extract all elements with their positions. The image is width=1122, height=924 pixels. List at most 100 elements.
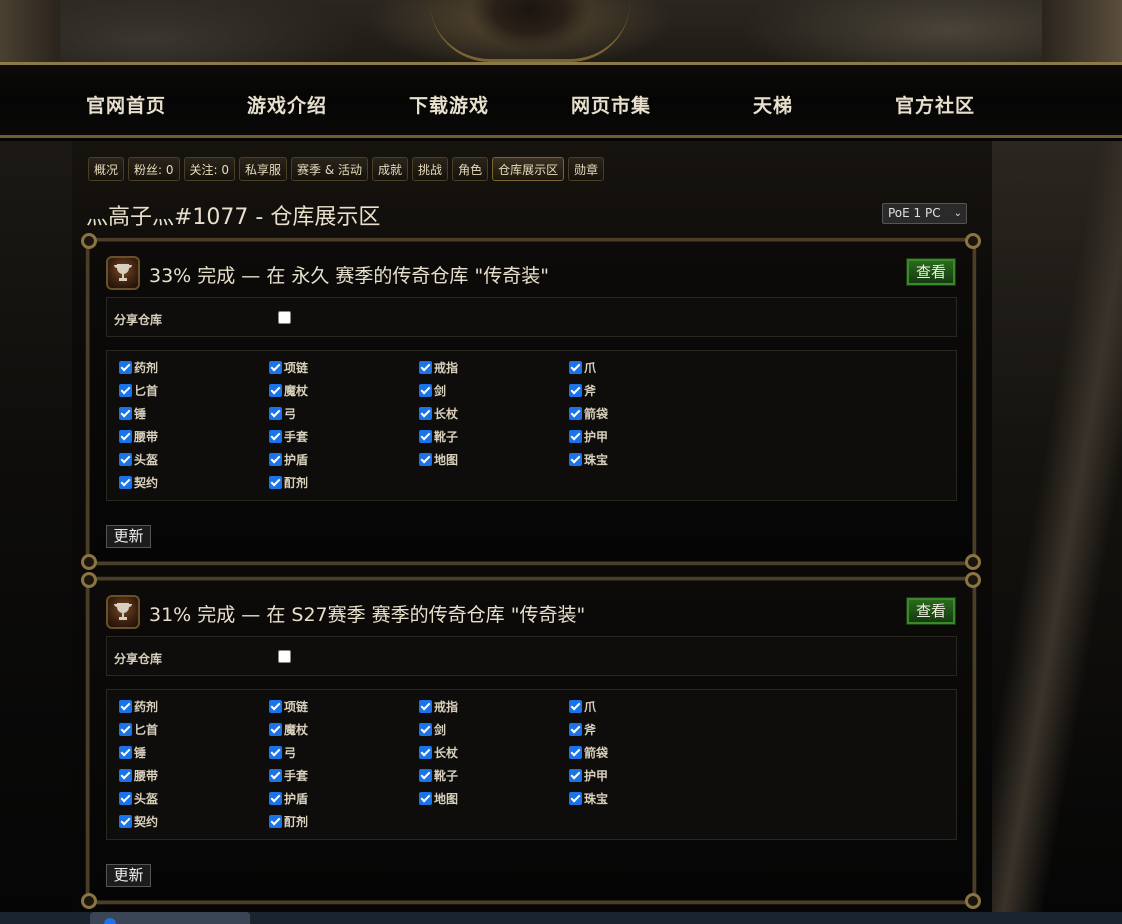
- realm-select[interactable]: PoE 1 PC ⌄: [882, 203, 967, 224]
- filter-item[interactable]: 长杖: [419, 404, 458, 422]
- filter-checkbox[interactable]: [119, 722, 132, 736]
- filter-checkbox[interactable]: [119, 768, 132, 782]
- filter-checkbox[interactable]: [419, 745, 432, 759]
- filter-item[interactable]: 箭袋: [569, 404, 608, 422]
- filter-item[interactable]: 爪: [569, 697, 596, 715]
- filter-item[interactable]: 箭袋: [569, 743, 608, 761]
- filter-checkbox[interactable]: [119, 452, 132, 466]
- view-button[interactable]: 查看: [906, 597, 956, 625]
- tab-2[interactable]: 关注: 0: [183, 157, 236, 181]
- filter-checkbox[interactable]: [119, 383, 132, 397]
- tab-5[interactable]: 成就: [372, 157, 409, 181]
- filter-item[interactable]: 护甲: [569, 766, 608, 784]
- share-stash-checkbox[interactable]: [278, 311, 291, 324]
- update-button[interactable]: 更新: [106, 864, 151, 887]
- filter-item[interactable]: 斧: [569, 381, 596, 399]
- filter-item[interactable]: 靴子: [419, 427, 458, 445]
- filter-checkbox[interactable]: [269, 814, 282, 828]
- filter-item[interactable]: 项链: [269, 697, 308, 715]
- tab-7[interactable]: 角色: [452, 157, 489, 181]
- filter-checkbox[interactable]: [419, 699, 432, 713]
- filter-item[interactable]: 靴子: [419, 766, 458, 784]
- filter-item[interactable]: 弓: [269, 743, 296, 761]
- filter-checkbox[interactable]: [419, 429, 432, 443]
- filter-item[interactable]: 药剂: [119, 358, 158, 376]
- filter-checkbox[interactable]: [269, 475, 282, 489]
- filter-item[interactable]: 长杖: [419, 743, 458, 761]
- filter-checkbox[interactable]: [269, 791, 282, 805]
- filter-item[interactable]: 锤: [119, 404, 146, 422]
- view-button[interactable]: 查看: [906, 258, 956, 286]
- filter-checkbox[interactable]: [269, 452, 282, 466]
- filter-item[interactable]: 契约: [119, 812, 158, 830]
- filter-item[interactable]: 魔杖: [269, 381, 308, 399]
- nav-item-ladder[interactable]: 天梯: [753, 91, 793, 119]
- nav-item-game-intro[interactable]: 游戏介绍: [247, 91, 327, 119]
- filter-item[interactable]: 头盔: [119, 789, 158, 807]
- filter-item[interactable]: 剑: [419, 720, 446, 738]
- filter-checkbox[interactable]: [419, 406, 432, 420]
- filter-checkbox[interactable]: [269, 406, 282, 420]
- filter-checkbox[interactable]: [119, 814, 132, 828]
- filter-checkbox[interactable]: [419, 383, 432, 397]
- filter-item[interactable]: 头盔: [119, 450, 158, 468]
- filter-checkbox[interactable]: [569, 406, 582, 420]
- filter-item[interactable]: 项链: [269, 358, 308, 376]
- filter-checkbox[interactable]: [569, 791, 582, 805]
- filter-item[interactable]: 护盾: [269, 450, 308, 468]
- filter-checkbox[interactable]: [119, 360, 132, 374]
- filter-checkbox[interactable]: [119, 791, 132, 805]
- tab-1[interactable]: 粉丝: 0: [128, 157, 180, 181]
- filter-checkbox[interactable]: [269, 383, 282, 397]
- filter-checkbox[interactable]: [569, 360, 582, 374]
- filter-item[interactable]: 戒指: [419, 358, 458, 376]
- filter-item[interactable]: 契约: [119, 473, 158, 491]
- filter-checkbox[interactable]: [419, 722, 432, 736]
- filter-item[interactable]: 手套: [269, 427, 308, 445]
- tab-0[interactable]: 概况: [88, 157, 125, 181]
- tab-9[interactable]: 勋章: [568, 157, 605, 181]
- filter-item[interactable]: 地图: [419, 450, 458, 468]
- filter-item[interactable]: 弓: [269, 404, 296, 422]
- filter-item[interactable]: 剑: [419, 381, 446, 399]
- filter-item[interactable]: 戒指: [419, 697, 458, 715]
- filter-checkbox[interactable]: [569, 768, 582, 782]
- filter-checkbox[interactable]: [119, 745, 132, 759]
- nav-item-home[interactable]: 官网首页: [86, 91, 166, 119]
- filter-item[interactable]: 魔杖: [269, 720, 308, 738]
- filter-checkbox[interactable]: [119, 406, 132, 420]
- filter-checkbox[interactable]: [419, 768, 432, 782]
- tab-8[interactable]: 仓库展示区: [492, 157, 565, 181]
- filter-item[interactable]: 珠宝: [569, 450, 608, 468]
- tab-6[interactable]: 挑战: [412, 157, 449, 181]
- filter-item[interactable]: 地图: [419, 789, 458, 807]
- filter-item[interactable]: 匕首: [119, 720, 158, 738]
- filter-checkbox[interactable]: [269, 699, 282, 713]
- filter-checkbox[interactable]: [569, 722, 582, 736]
- tab-4[interactable]: 赛季 & 活动: [291, 157, 369, 181]
- nav-item-community[interactable]: 官方社区: [895, 91, 975, 119]
- filter-checkbox[interactable]: [119, 699, 132, 713]
- filter-checkbox[interactable]: [269, 768, 282, 782]
- filter-item[interactable]: 珠宝: [569, 789, 608, 807]
- update-button[interactable]: 更新: [106, 525, 151, 548]
- filter-checkbox[interactable]: [419, 360, 432, 374]
- filter-checkbox[interactable]: [569, 699, 582, 713]
- filter-item[interactable]: 药剂: [119, 697, 158, 715]
- filter-checkbox[interactable]: [119, 475, 132, 489]
- filter-item[interactable]: 手套: [269, 766, 308, 784]
- filter-item[interactable]: 锤: [119, 743, 146, 761]
- filter-checkbox[interactable]: [119, 429, 132, 443]
- filter-checkbox[interactable]: [269, 722, 282, 736]
- filter-checkbox[interactable]: [569, 383, 582, 397]
- nav-item-download[interactable]: 下载游戏: [409, 91, 489, 119]
- filter-item[interactable]: 酊剂: [269, 812, 308, 830]
- filter-item[interactable]: 酊剂: [269, 473, 308, 491]
- filter-item[interactable]: 护甲: [569, 427, 608, 445]
- filter-checkbox[interactable]: [569, 452, 582, 466]
- filter-checkbox[interactable]: [419, 791, 432, 805]
- filter-checkbox[interactable]: [269, 429, 282, 443]
- filter-checkbox[interactable]: [569, 429, 582, 443]
- tab-3[interactable]: 私享服: [239, 157, 288, 181]
- filter-item[interactable]: 腰带: [119, 766, 158, 784]
